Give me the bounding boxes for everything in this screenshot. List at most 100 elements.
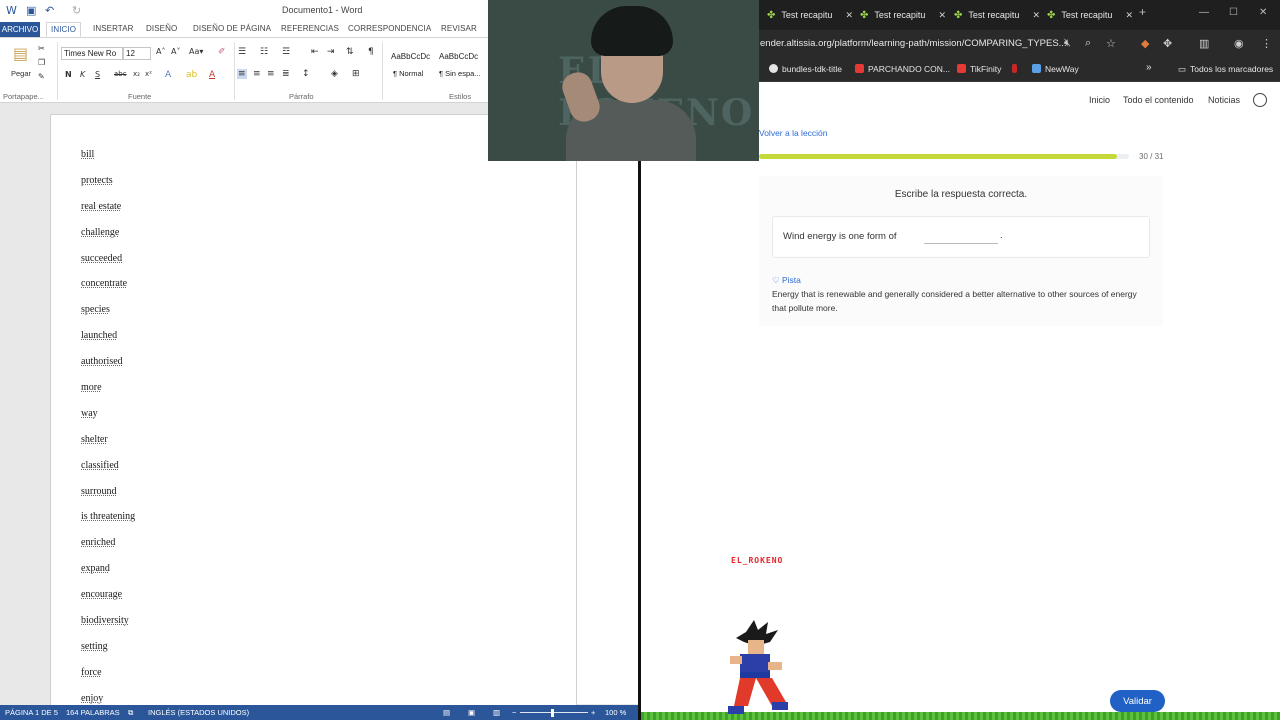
print-layout-icon[interactable]: ▣ <box>468 708 475 717</box>
cut-icon[interactable]: ✂ <box>38 44 45 53</box>
tab-diseno[interactable]: DISEÑO <box>146 24 177 33</box>
sort-icon[interactable]: ⇅ <box>346 47 354 57</box>
address-bar[interactable]: ender.altissia.org/platform/learning-pat… <box>760 38 1067 49</box>
italic-icon[interactable]: K <box>80 70 85 79</box>
bullets-icon[interactable]: ☰ <box>238 47 246 57</box>
back-to-lesson-link[interactable]: Volver a la lección <box>759 128 828 138</box>
paste-icon[interactable]: ▤ <box>13 44 28 63</box>
language-status[interactable]: INGLÉS (ESTADOS UNIDOS) <box>148 708 249 717</box>
shrink-font-icon[interactable]: A˅ <box>171 47 180 56</box>
line-spacing-icon[interactable]: ↕ <box>302 69 310 79</box>
shading-icon[interactable]: ◈ <box>331 69 338 79</box>
close-tab-icon[interactable]: ✕ <box>938 5 946 25</box>
style-nospacing-label[interactable]: ¶ Sin espa... <box>439 69 481 78</box>
new-tab-button[interactable]: + <box>1139 5 1146 19</box>
font-size-select[interactable]: 12 <box>123 47 151 60</box>
extension-icon[interactable]: ◆ <box>1141 37 1149 50</box>
browser-tab-1[interactable]: ✤ Test recapitu ✕ <box>767 5 853 25</box>
browser-tab-2[interactable]: ✤ Test recapitu ✕ <box>860 5 946 25</box>
copy-icon[interactable]: ❐ <box>38 58 45 67</box>
undo-icon[interactable]: ↶ <box>45 4 54 17</box>
justify-icon[interactable]: ≣ <box>282 69 290 79</box>
grow-font-icon[interactable]: A˄ <box>156 47 165 56</box>
close-tab-icon[interactable]: ✕ <box>845 5 853 25</box>
clear-format-icon[interactable]: ✐ <box>218 47 226 57</box>
proofing-icon[interactable]: ⧉ <box>128 708 133 718</box>
paste-label[interactable]: Pegar <box>11 69 31 78</box>
tab-insertar[interactable]: INSERTAR <box>93 24 134 33</box>
profile-avatar-icon[interactable]: ◉ <box>1234 37 1244 50</box>
nav-inicio[interactable]: Inicio <box>1089 95 1110 105</box>
browser-menu-icon[interactable]: ⋮ <box>1261 37 1272 50</box>
bookmark-parchando[interactable]: PARCHANDO CON... <box>855 64 950 74</box>
document-page[interactable]: bill protects real estate challenge succeede… <box>50 114 577 714</box>
font-name-select[interactable]: Times New Ro <box>61 47 123 60</box>
bookmark-tikfinity[interactable]: TikFinity <box>957 64 1001 74</box>
side-panel-icon[interactable]: ▥ <box>1199 37 1209 50</box>
zoom-level[interactable]: 100 % <box>605 708 626 717</box>
format-painter-icon[interactable]: ✎ <box>38 72 45 81</box>
validate-button[interactable]: Validar <box>1110 690 1165 712</box>
bookmark-netflix[interactable] <box>1012 64 1021 74</box>
read-mode-icon[interactable]: ▤ <box>443 708 450 717</box>
maximize-icon[interactable]: ☐ <box>1229 7 1238 18</box>
word-text: classified <box>81 459 119 471</box>
align-center-icon[interactable]: ≡ <box>253 69 261 79</box>
style-nospacing-preview[interactable]: AaBbCcDc <box>439 52 478 61</box>
tab-diseno-pagina[interactable]: DISEÑO DE PÁGINA <box>193 24 271 33</box>
close-tab-icon[interactable]: ✕ <box>1125 5 1133 25</box>
multilevel-list-icon[interactable]: ☲ <box>282 47 290 57</box>
zoom-slider-handle[interactable] <box>551 709 554 717</box>
change-case-icon[interactable]: Aa▾ <box>189 47 203 56</box>
tab-archivo[interactable]: ARCHIVO <box>0 22 40 37</box>
tab-referencias[interactable]: REFERENCIAS <box>281 24 339 33</box>
style-normal-label[interactable]: ¶ Normal <box>393 69 423 78</box>
align-left-icon[interactable]: ≡ <box>237 69 247 79</box>
zoom-slider[interactable] <box>520 712 588 713</box>
strikethrough-icon[interactable]: abc <box>114 70 127 78</box>
save-icon[interactable]: ▣ <box>26 4 36 17</box>
browser-tab-4[interactable]: ✤ Test recapitu ✕ <box>1047 5 1133 25</box>
style-normal-preview[interactable]: AaBbCcDc <box>391 52 430 61</box>
nav-noticias[interactable]: Noticias <box>1208 95 1240 105</box>
close-tab-icon[interactable]: ✕ <box>1032 5 1040 25</box>
font-color-icon[interactable]: A <box>209 70 215 80</box>
underline-icon[interactable]: S <box>95 70 100 79</box>
close-window-icon[interactable]: ✕ <box>1259 7 1267 18</box>
all-bookmarks[interactable]: ▭ Todos los marcadores <box>1178 64 1273 75</box>
browser-tab-3[interactable]: ✤ Test recapitu ✕ <box>954 5 1040 25</box>
bold-icon[interactable]: N <box>65 70 72 79</box>
show-marks-icon[interactable]: ¶ <box>368 47 374 57</box>
subscript-icon[interactable]: x₂ <box>133 70 140 78</box>
minimize-icon[interactable]: — <box>1199 7 1209 18</box>
numbering-icon[interactable]: ☷ <box>260 47 268 57</box>
decrease-indent-icon[interactable]: ⇤ <box>311 47 319 57</box>
bookmark-bundles[interactable]: bundles-tdk-title <box>769 64 842 74</box>
superscript-icon[interactable]: x² <box>145 70 152 78</box>
text-effects-icon[interactable]: A <box>165 70 171 80</box>
page-count[interactable]: PÁGINA 1 DE 5 <box>5 708 58 717</box>
extensions-puzzle-icon[interactable]: ✥ <box>1163 37 1172 50</box>
more-bookmarks-icon[interactable]: » <box>1146 62 1152 73</box>
increase-indent-icon[interactable]: ⇥ <box>327 47 335 57</box>
tab-revisar[interactable]: REVISAR <box>441 24 477 33</box>
web-layout-icon[interactable]: ▥ <box>493 708 500 717</box>
align-right-icon[interactable]: ≡ <box>267 69 275 79</box>
tab-inicio[interactable]: INICIO <box>46 22 82 37</box>
user-account-icon[interactable] <box>1253 93 1267 107</box>
zoom-lens-icon[interactable]: ⌕ <box>1085 37 1091 50</box>
muted-icon[interactable]: 🔇︎ <box>1064 37 1071 50</box>
bookmark-newway[interactable]: NewWay <box>1032 64 1079 74</box>
word-text: species <box>81 304 110 316</box>
word-list-item: authorised <box>81 356 135 382</box>
borders-icon[interactable]: ⊞ <box>352 69 360 79</box>
bookmark-star-icon[interactable]: ☆ <box>1106 37 1116 50</box>
highlight-icon[interactable]: ab <box>186 70 197 80</box>
nav-todo-el-contenido[interactable]: Todo el contenido <box>1123 95 1194 105</box>
word-count[interactable]: 164 PALABRAS <box>66 708 120 717</box>
zoom-in-icon[interactable]: + <box>591 708 595 717</box>
answer-input[interactable] <box>924 228 998 244</box>
tab-correspondencia[interactable]: CORRESPONDENCIA <box>348 24 431 33</box>
zoom-out-icon[interactable]: − <box>512 708 516 717</box>
redo-icon[interactable]: ↻ <box>72 4 81 17</box>
